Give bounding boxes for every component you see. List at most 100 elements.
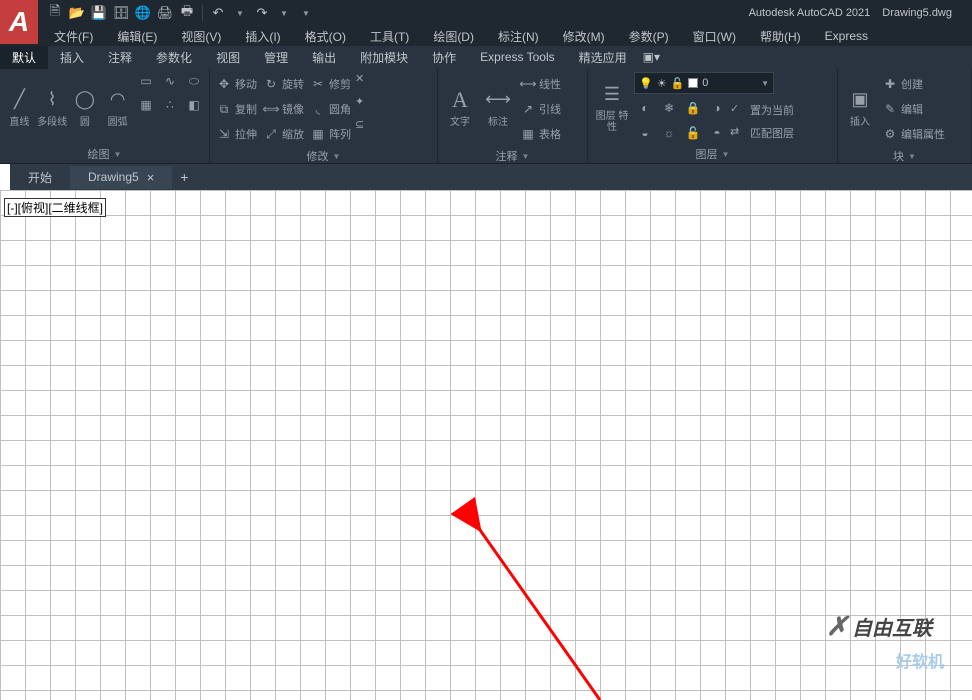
explode-icon[interactable]: ✦ [355,95,377,117]
plot-icon[interactable]: 🖨 [156,4,174,22]
open-icon[interactable]: 📂 [68,4,86,22]
tab-featured[interactable]: 精选应用 [567,46,639,69]
layer-lock-icon[interactable]: 🔒 [682,97,704,119]
chevron-down-icon: ▼ [114,150,122,159]
close-tab-icon[interactable]: × [147,170,155,185]
layer-name: 0 [702,77,708,89]
layer-on-icon[interactable]: ◒ [634,122,656,144]
layer-thaw-icon[interactable]: ☼ [658,122,680,144]
redo-icon[interactable]: ↷ [253,4,271,22]
tab-parametric[interactable]: 参数化 [144,46,204,69]
mirror-button[interactable]: ⟺镜像 [261,97,306,121]
scale-button[interactable]: ⤢缩放 [261,122,306,146]
copy-button[interactable]: ⧉复制 [214,97,259,121]
set-current-layer-button[interactable]: ✓置为当前 [730,99,794,121]
menu-express[interactable]: Express [817,27,876,45]
redo-dropdown-icon[interactable]: ▼ [275,4,293,22]
circle-button[interactable]: ◯圆 [70,70,101,144]
tab-overflow-icon[interactable]: ▣▾ [639,47,664,67]
arc-button[interactable]: ◠圆弧 [102,70,133,144]
web-icon[interactable]: 🌐 [134,4,152,22]
table-button[interactable]: ▦表格 [518,122,563,146]
menu-insert[interactable]: 插入(I) [237,26,288,47]
tab-addins[interactable]: 附加模块 [348,46,420,69]
rotate-icon: ↻ [263,76,279,92]
move-button[interactable]: ✥移动 [214,72,259,96]
save-icon[interactable]: 💾 [90,4,108,22]
stretch-button[interactable]: ⇲拉伸 [214,122,259,146]
qat-customize-icon[interactable]: ▼ [297,4,315,22]
panel-modify-title[interactable]: 修改▼ [214,146,433,166]
menu-draw[interactable]: 绘图(D) [425,26,482,47]
linear-button[interactable]: ⟷线性 [518,72,563,96]
undo-icon[interactable]: ↶ [209,4,227,22]
tab-insert[interactable]: 插入 [48,46,96,69]
spline-icon[interactable]: ∿ [159,70,181,92]
rectangle-icon[interactable]: ▭ [135,70,157,92]
layer-unlock-icon[interactable]: 🔓 [682,122,704,144]
menu-dimension[interactable]: 标注(N) [490,26,547,47]
create-block-button[interactable]: ✚创建 [880,72,947,96]
array-button[interactable]: ▦阵列 [308,122,353,146]
tab-drawing5[interactable]: Drawing5 × [70,166,172,189]
ellipse-icon[interactable]: ⬭ [183,70,205,92]
tab-default[interactable]: 默认 [0,46,48,69]
polyline-label: 多段线 [37,117,67,128]
tab-view[interactable]: 视图 [204,46,252,69]
tab-output[interactable]: 输出 [300,46,348,69]
layer-off-icon[interactable]: ◐ [634,97,656,119]
chevron-down-icon: ▼ [333,152,341,161]
region-icon[interactable]: ◧ [183,94,205,116]
menu-file[interactable]: 文件(F) [46,26,101,47]
panel-annotate-title[interactable]: 注释▼ [442,146,583,166]
menu-view[interactable]: 视图(V) [173,26,229,47]
menu-tools[interactable]: 工具(T) [362,26,417,47]
panel-block-title[interactable]: 块▼ [842,146,967,166]
panel-draw-title[interactable]: 绘图▼ [4,144,205,164]
insert-block-button[interactable]: ▣插入 [842,70,878,144]
text-button[interactable]: A文字 [442,70,478,144]
app-logo[interactable]: A [0,0,38,44]
dimension-button[interactable]: ⟷标注 [480,70,516,144]
match-layer-button[interactable]: ⇄匹配图层 [730,122,794,144]
tab-manage[interactable]: 管理 [252,46,300,69]
layer-selector[interactable]: 💡 ☀ 🔓 0 ▼ [634,72,774,94]
trim-button[interactable]: ✂修剪 [308,72,353,96]
layer-uniso-icon[interactable]: ◓ [706,122,728,144]
tab-start[interactable]: 开始 [10,165,70,190]
tab-annotate[interactable]: 注释 [96,46,144,69]
edit-attribute-button[interactable]: ⚙编辑属性 [880,122,947,146]
layer-iso-icon[interactable]: ◑ [706,97,728,119]
offset-icon[interactable]: ⊆ [355,118,377,140]
tab-express-tools[interactable]: Express Tools [468,47,566,67]
menu-modify[interactable]: 修改(M) [555,26,613,47]
viewport-label[interactable]: [-][俯视][二维线框] [4,198,106,217]
erase-icon[interactable]: ✕ [355,72,377,94]
rotate-button[interactable]: ↻旋转 [261,72,306,96]
panel-modify: ✥移动 ⧉复制 ⇲拉伸 ↻旋转 ⟺镜像 ⤢缩放 ✂修剪 ◟圆角 ▦阵列 ✕ ✦ … [210,68,438,163]
edit-block-button[interactable]: ✎编辑 [880,97,947,121]
hatch-icon[interactable]: ▦ [135,94,157,116]
fillet-button[interactable]: ◟圆角 [308,97,353,121]
layer-properties-button[interactable]: ☰图层 特性 [592,70,632,144]
menu-window[interactable]: 窗口(W) [685,26,744,47]
table-icon: ▦ [520,126,536,142]
layer-freeze-icon[interactable]: ❄ [658,97,680,119]
undo-dropdown-icon[interactable]: ▼ [231,4,249,22]
panel-layer-title[interactable]: 图层▼ [592,144,833,164]
menu-edit[interactable]: 编辑(E) [109,26,165,47]
polyline-button[interactable]: ⌇多段线 [37,70,68,144]
menu-parametric[interactable]: 参数(P) [621,26,677,47]
line-button[interactable]: ╱直线 [4,70,35,144]
menu-format[interactable]: 格式(O) [297,26,354,47]
stretch-icon: ⇲ [216,126,232,142]
drawing-canvas[interactable]: [-][俯视][二维线框] ✗自由互联 好软机 [0,190,972,700]
tab-collaborate[interactable]: 协作 [420,46,468,69]
menu-help[interactable]: 帮助(H) [752,26,809,47]
add-tab-button[interactable]: + [172,169,196,185]
saveas-icon[interactable]: 🗄 [112,4,130,22]
print-icon[interactable]: 🖶 [178,4,196,22]
point-icon[interactable]: ∴ [159,94,181,116]
leader-button[interactable]: ↗引线 [518,97,563,121]
new-icon[interactable]: 🗎 [46,4,64,22]
